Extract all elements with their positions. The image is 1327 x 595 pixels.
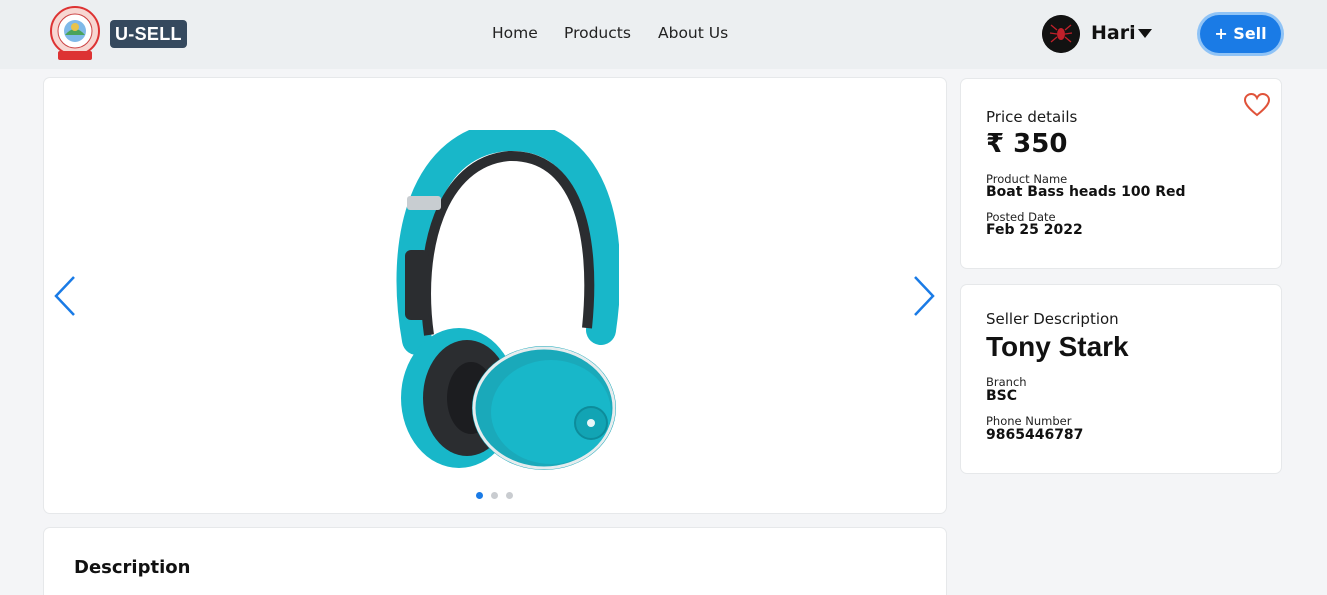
seller-description-card: Seller Description Tony Stark Branch BSC… <box>961 285 1281 473</box>
product-name: Boat Bass heads 100 Red <box>986 184 1186 200</box>
heart-icon[interactable] <box>1243 92 1271 118</box>
description-heading: Description <box>74 557 191 578</box>
nav-about-us[interactable]: About Us <box>658 24 728 42</box>
nav-home[interactable]: Home <box>492 24 538 42</box>
price-details-card: Price details ₹ 350 Product Name Boat Ba… <box>961 79 1281 268</box>
description-card: Description <box>44 528 946 595</box>
sell-button[interactable]: + Sell <box>1200 15 1281 53</box>
seller-name: Tony Stark <box>986 331 1129 362</box>
carousel-dot-1[interactable] <box>476 492 483 499</box>
carousel-dot-3[interactable] <box>506 492 513 499</box>
phone-number: 9865446787 <box>986 427 1084 443</box>
user-menu[interactable]: Hari <box>1091 22 1136 44</box>
college-emblem-logo[interactable] <box>50 5 100 63</box>
product-gallery <box>44 78 946 513</box>
price-details-heading: Price details <box>986 108 1078 126</box>
phone-label: Phone Number <box>986 414 1072 428</box>
seller-description-heading: Seller Description <box>986 310 1119 328</box>
branch-value: BSC <box>986 388 1018 404</box>
posted-date: Feb 25 2022 <box>986 222 1083 238</box>
chevron-left-icon[interactable] <box>53 274 79 318</box>
nav-products[interactable]: Products <box>564 24 631 42</box>
brand-logo[interactable]: U-SELL <box>110 20 187 48</box>
navbar: U-SELL Home Products About Us Hari + Sel… <box>0 0 1327 69</box>
branch-label: Branch <box>986 375 1027 389</box>
price: ₹ 350 <box>986 129 1068 159</box>
caret-down-icon[interactable] <box>1138 29 1152 38</box>
carousel-dot-2[interactable] <box>491 492 498 499</box>
product-image-headphones <box>396 130 619 470</box>
avatar[interactable] <box>1042 15 1080 53</box>
chevron-right-icon[interactable] <box>910 274 936 318</box>
spider-icon <box>1042 15 1080 53</box>
